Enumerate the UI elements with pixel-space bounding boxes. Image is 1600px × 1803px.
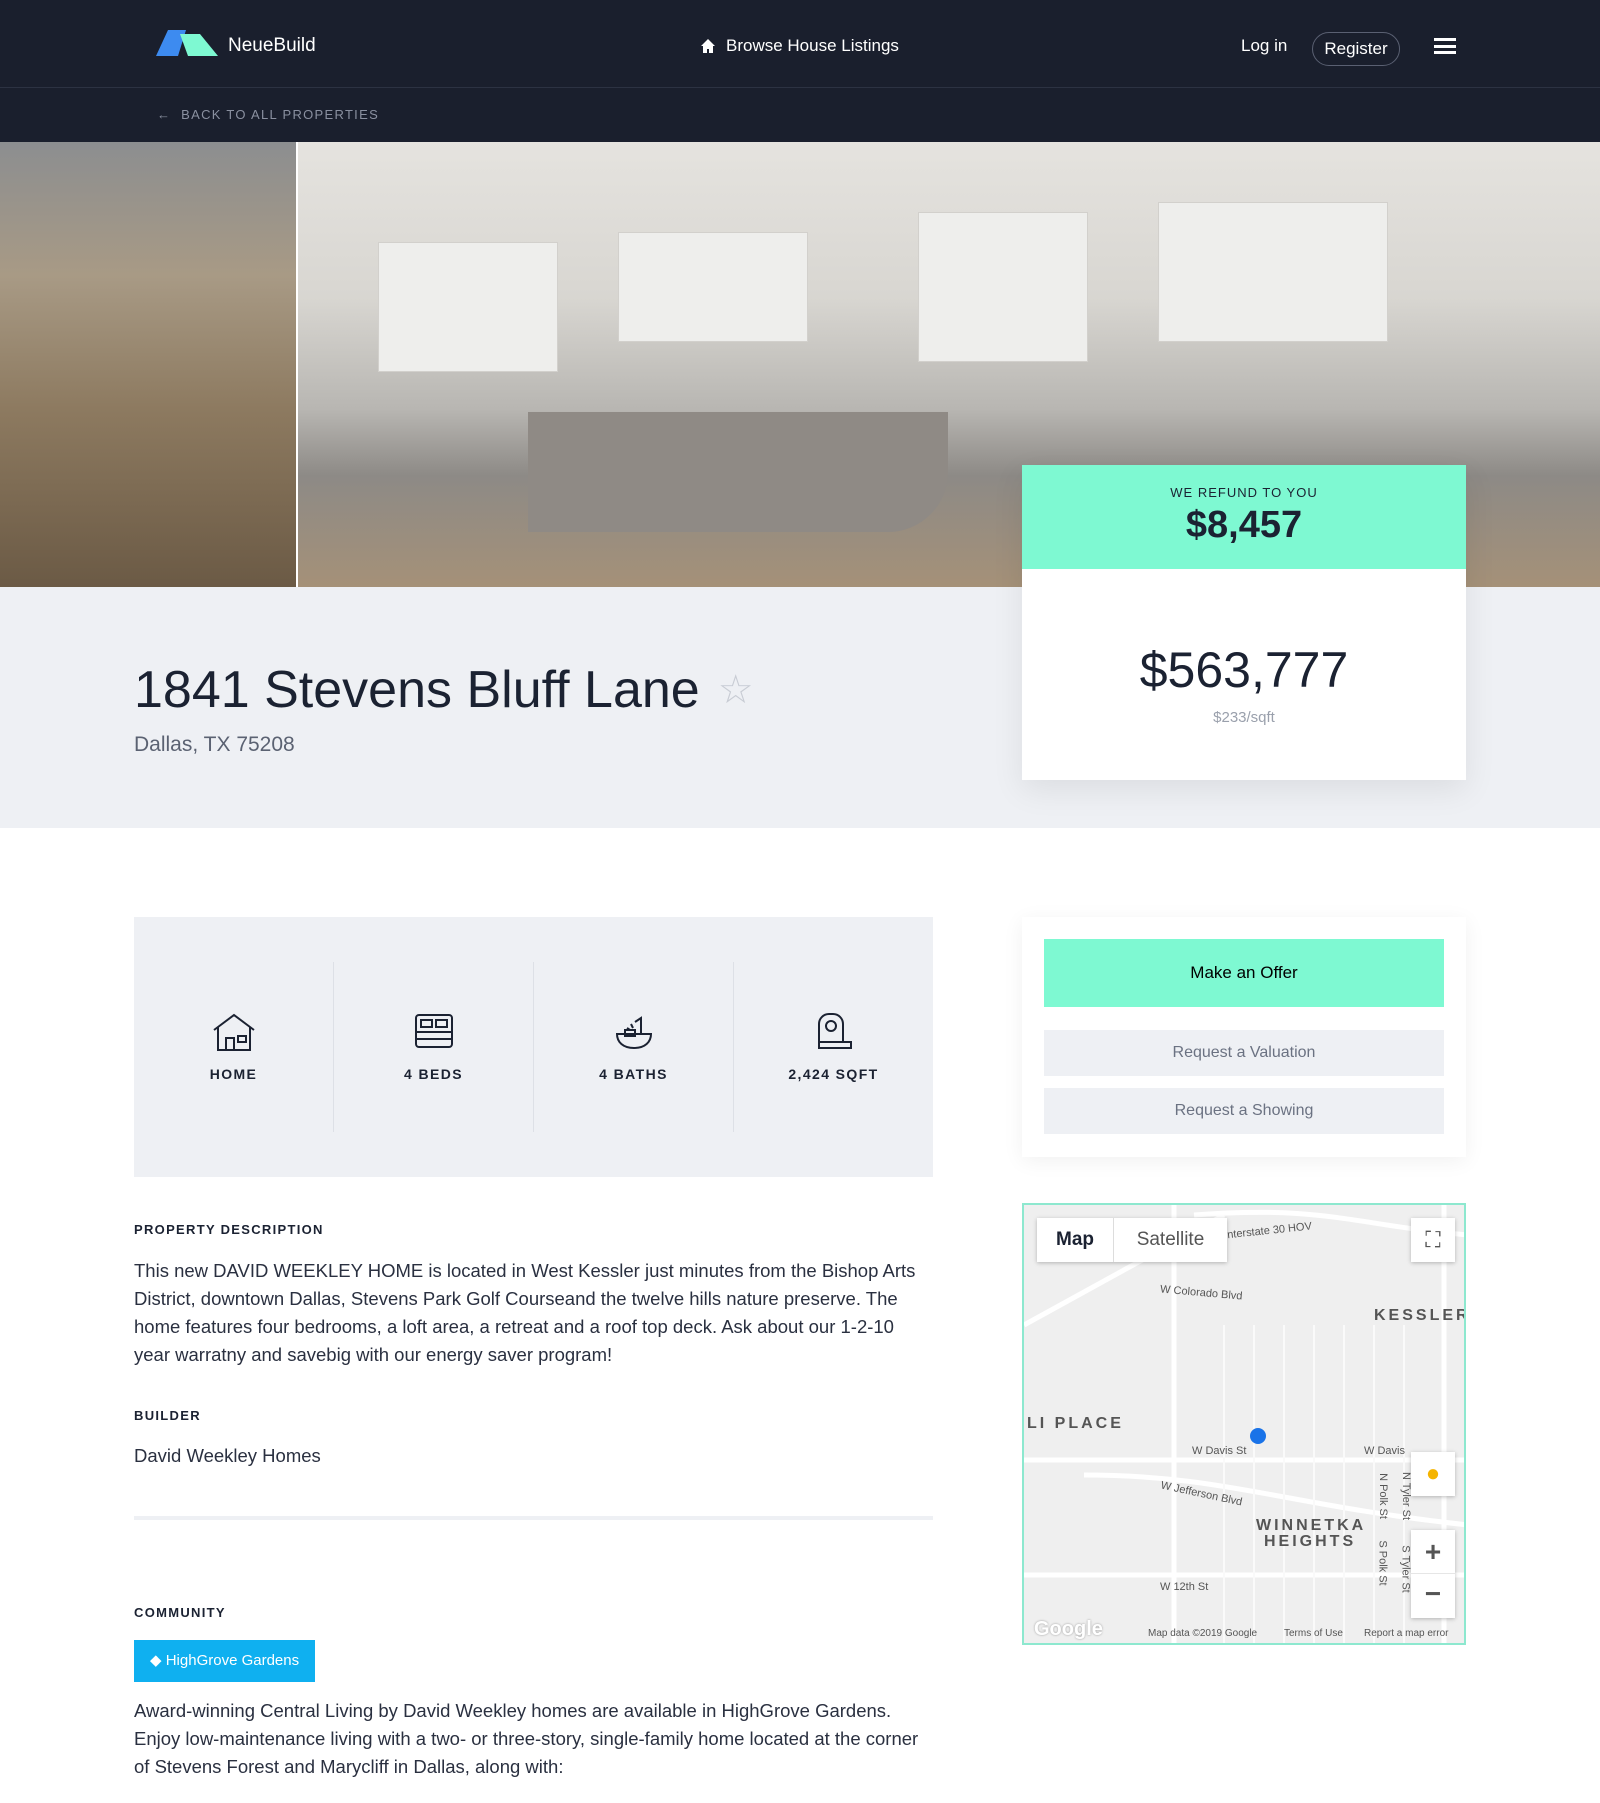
bath-icon bbox=[615, 1016, 652, 1050]
fullscreen-icon[interactable]: ⛶ bbox=[1411, 1218, 1455, 1262]
bed-icon bbox=[414, 1014, 453, 1048]
property-title: 1841 Stevens Bluff Lane ☆ bbox=[134, 660, 754, 720]
community-heading: COMMUNITY bbox=[134, 1605, 226, 1620]
back-to-properties-link[interactable]: ← BACK TO ALL PROPERTIES bbox=[157, 107, 379, 122]
price-card: WE REFUND TO YOU $8,457 $563,777 $233/sq… bbox=[1022, 465, 1466, 780]
map-label: N Polk St bbox=[1376, 1473, 1389, 1519]
map-label: W Davis St bbox=[1192, 1445, 1247, 1457]
refund-label: WE REFUND TO YOU bbox=[1170, 485, 1318, 500]
map[interactable]: Interstate 30 HOV W Colorado Blvd KESSLE… bbox=[1022, 1203, 1466, 1645]
actions-card: Make an Offer Request a Valuation Reques… bbox=[1022, 917, 1466, 1157]
map-label: LI PLACE bbox=[1027, 1415, 1124, 1432]
city-state-zip: Dallas, TX 75208 bbox=[134, 733, 295, 756]
register-button[interactable]: Register bbox=[1312, 32, 1400, 66]
description-text: This new DAVID WEEKLEY HOME is located i… bbox=[134, 1260, 916, 1365]
refund-banner: WE REFUND TO YOU $8,457 bbox=[1022, 465, 1466, 569]
map-label: W Davis bbox=[1364, 1445, 1405, 1457]
zoom-in-button[interactable]: + bbox=[1411, 1530, 1455, 1574]
hamburger-menu-icon[interactable] bbox=[1434, 38, 1456, 54]
map-type-control: Map Satellite bbox=[1037, 1218, 1227, 1262]
make-offer-button[interactable]: Make an Offer bbox=[1044, 939, 1444, 1007]
map-label: KESSLER bbox=[1374, 1307, 1466, 1324]
refund-amount: $8,457 bbox=[1185, 504, 1303, 546]
neuebuild-logo[interactable] bbox=[156, 30, 218, 56]
zoom-control: + − bbox=[1411, 1530, 1455, 1618]
brand-name[interactable]: NeueBuild bbox=[228, 35, 316, 57]
exterior-photo[interactable] bbox=[0, 142, 296, 587]
map-attribution: Map data ©2019 Google bbox=[1148, 1628, 1258, 1639]
browse-label: Browse House Listings bbox=[726, 36, 899, 55]
report-error-link[interactable]: Report a map error bbox=[1364, 1628, 1448, 1639]
feature-home: HOME bbox=[134, 962, 334, 1132]
price: $563,777 bbox=[1139, 642, 1349, 698]
star-favorite-icon[interactable]: ☆ bbox=[718, 667, 754, 713]
layers-icon: ◆ bbox=[150, 1652, 162, 1669]
divider bbox=[134, 1516, 933, 1520]
description-heading: PROPERTY DESCRIPTION bbox=[134, 1222, 324, 1237]
home-icon bbox=[701, 39, 715, 53]
zoom-out-button[interactable]: − bbox=[1411, 1574, 1455, 1618]
satellite-tab[interactable]: Satellite bbox=[1114, 1218, 1227, 1262]
house-icon bbox=[212, 1013, 255, 1051]
google-logo: Google bbox=[1034, 1618, 1103, 1640]
map-tab[interactable]: Map bbox=[1037, 1218, 1114, 1262]
feature-label: 2,424 SQFT bbox=[788, 1066, 879, 1082]
feature-sqft: 2,424 SQFT bbox=[734, 962, 933, 1132]
request-valuation-button[interactable]: Request a Valuation bbox=[1044, 1030, 1444, 1076]
community-badge[interactable]: ◆ HighGrove Gardens bbox=[134, 1640, 316, 1682]
feature-label: 4 BATHS bbox=[599, 1066, 668, 1082]
feature-label: HOME bbox=[209, 1066, 258, 1082]
community-text: Award-winning Central Living by David We… bbox=[134, 1700, 919, 1777]
tape-measure-icon bbox=[817, 1013, 852, 1049]
builder-name: David Weekley Homes bbox=[134, 1445, 321, 1466]
request-showing-button[interactable]: Request a Showing bbox=[1044, 1088, 1444, 1134]
back-label: BACK TO ALL PROPERTIES bbox=[181, 107, 380, 122]
price-per-sqft: $233/sqft bbox=[1213, 709, 1275, 726]
map-label: W 12th St bbox=[1160, 1581, 1209, 1593]
address: 1841 Stevens Bluff Lane bbox=[134, 661, 700, 719]
login-link[interactable]: Log in bbox=[1241, 36, 1287, 56]
map-label: S Polk St bbox=[1376, 1540, 1389, 1586]
browse-listings-link[interactable]: Browse House Listings bbox=[700, 36, 899, 56]
badge-label: HighGrove Gardens bbox=[165, 1652, 300, 1669]
street-view-pegman-icon[interactable]: ● bbox=[1411, 1452, 1455, 1496]
terms-link[interactable]: Terms of Use bbox=[1284, 1628, 1343, 1639]
feature-baths: 4 BATHS bbox=[534, 962, 734, 1132]
feature-label: 4 BEDS bbox=[404, 1066, 463, 1082]
map-label: HEIGHTS bbox=[1264, 1533, 1357, 1550]
top-nav: NeueBuild Browse House Listings Log in R… bbox=[0, 0, 1600, 88]
builder-heading: BUILDER bbox=[134, 1408, 201, 1423]
location-pin[interactable] bbox=[1250, 1428, 1266, 1444]
map-label: S Tyler St bbox=[1399, 1545, 1412, 1593]
feature-beds: 4 BEDS bbox=[334, 962, 534, 1132]
features-panel: HOME 4 BEDS 4 BATHS 2,424 SQFT bbox=[134, 917, 933, 1177]
